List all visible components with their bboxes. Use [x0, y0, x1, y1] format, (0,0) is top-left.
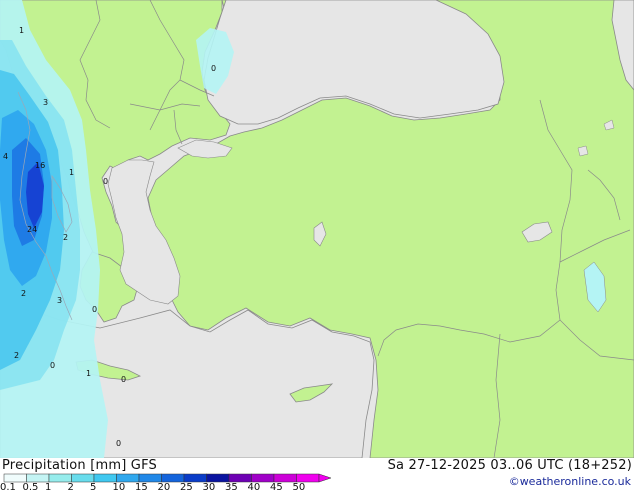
scale-tick-label: 25 — [180, 482, 193, 493]
scale-tick-label: 20 — [157, 482, 171, 493]
point-label: 2 — [14, 351, 19, 360]
scale-swatch — [48, 473, 72, 483]
scale-swatch — [206, 473, 230, 483]
scale-swatch — [71, 473, 95, 483]
point-label: 2 — [21, 289, 26, 298]
scale-swatch — [26, 473, 50, 483]
scale-tick-label: 0.1 — [0, 482, 16, 493]
scale-tick-label: 30 — [202, 482, 216, 493]
point-label: 3 — [43, 98, 48, 107]
scale-tick-label: 45 — [270, 482, 283, 493]
scale-tick-label: 40 — [247, 482, 261, 493]
point-label: 0 — [121, 375, 126, 384]
point-label: 0 — [50, 361, 55, 370]
point-label: 3 — [57, 296, 62, 305]
scale-tick-label: 1 — [45, 482, 52, 493]
scale-swatch — [183, 473, 207, 483]
scale-swatch — [116, 473, 140, 483]
point-label: 0 — [103, 177, 108, 186]
scale-swatch — [251, 473, 275, 483]
map-title: Precipitation [mm] GFS — [2, 458, 157, 473]
scale-arrow — [318, 473, 332, 483]
scale-tick-label: 50 — [292, 482, 306, 493]
point-label: 16 — [35, 161, 45, 170]
point-label: 0 — [211, 64, 216, 73]
precipitation-map: 1 3 0 4 16 1 0 24 2 2 3 0 2 0 1 0 0 — [0, 0, 634, 458]
scale-swatch — [93, 473, 117, 483]
scale-swatch — [296, 473, 320, 483]
scale-swatch — [161, 473, 185, 483]
footer-bar: Precipitation [mm] GFS Sa 27-12-2025 03.… — [0, 458, 634, 493]
credit-link[interactable]: ©weatheronline.co.uk — [509, 475, 631, 488]
point-label: 1 — [86, 369, 91, 378]
scale-tick-label: 10 — [112, 482, 126, 493]
point-label: 0 — [92, 305, 97, 314]
point-label: 24 — [27, 225, 37, 234]
point-label: 4 — [3, 152, 8, 161]
scale-tick-label: 2 — [67, 482, 74, 493]
valid-time: Sa 27-12-2025 03..06 UTC (18+252) — [387, 458, 632, 473]
scale-swatch — [3, 473, 27, 483]
scale-swatch — [273, 473, 297, 483]
scale-tick-label: 15 — [135, 482, 148, 493]
scale-swatch — [228, 473, 252, 483]
scale-swatch — [138, 473, 162, 483]
scale-tick-label: 0.5 — [22, 482, 39, 493]
scale-tick-label: 35 — [225, 482, 238, 493]
point-label: 1 — [19, 26, 24, 35]
point-label: 1 — [69, 168, 74, 177]
lake-sevan — [577, 145, 589, 157]
point-label: 0 — [116, 439, 121, 448]
scale-tick-label: 5 — [90, 482, 97, 493]
point-label: 2 — [63, 233, 68, 242]
